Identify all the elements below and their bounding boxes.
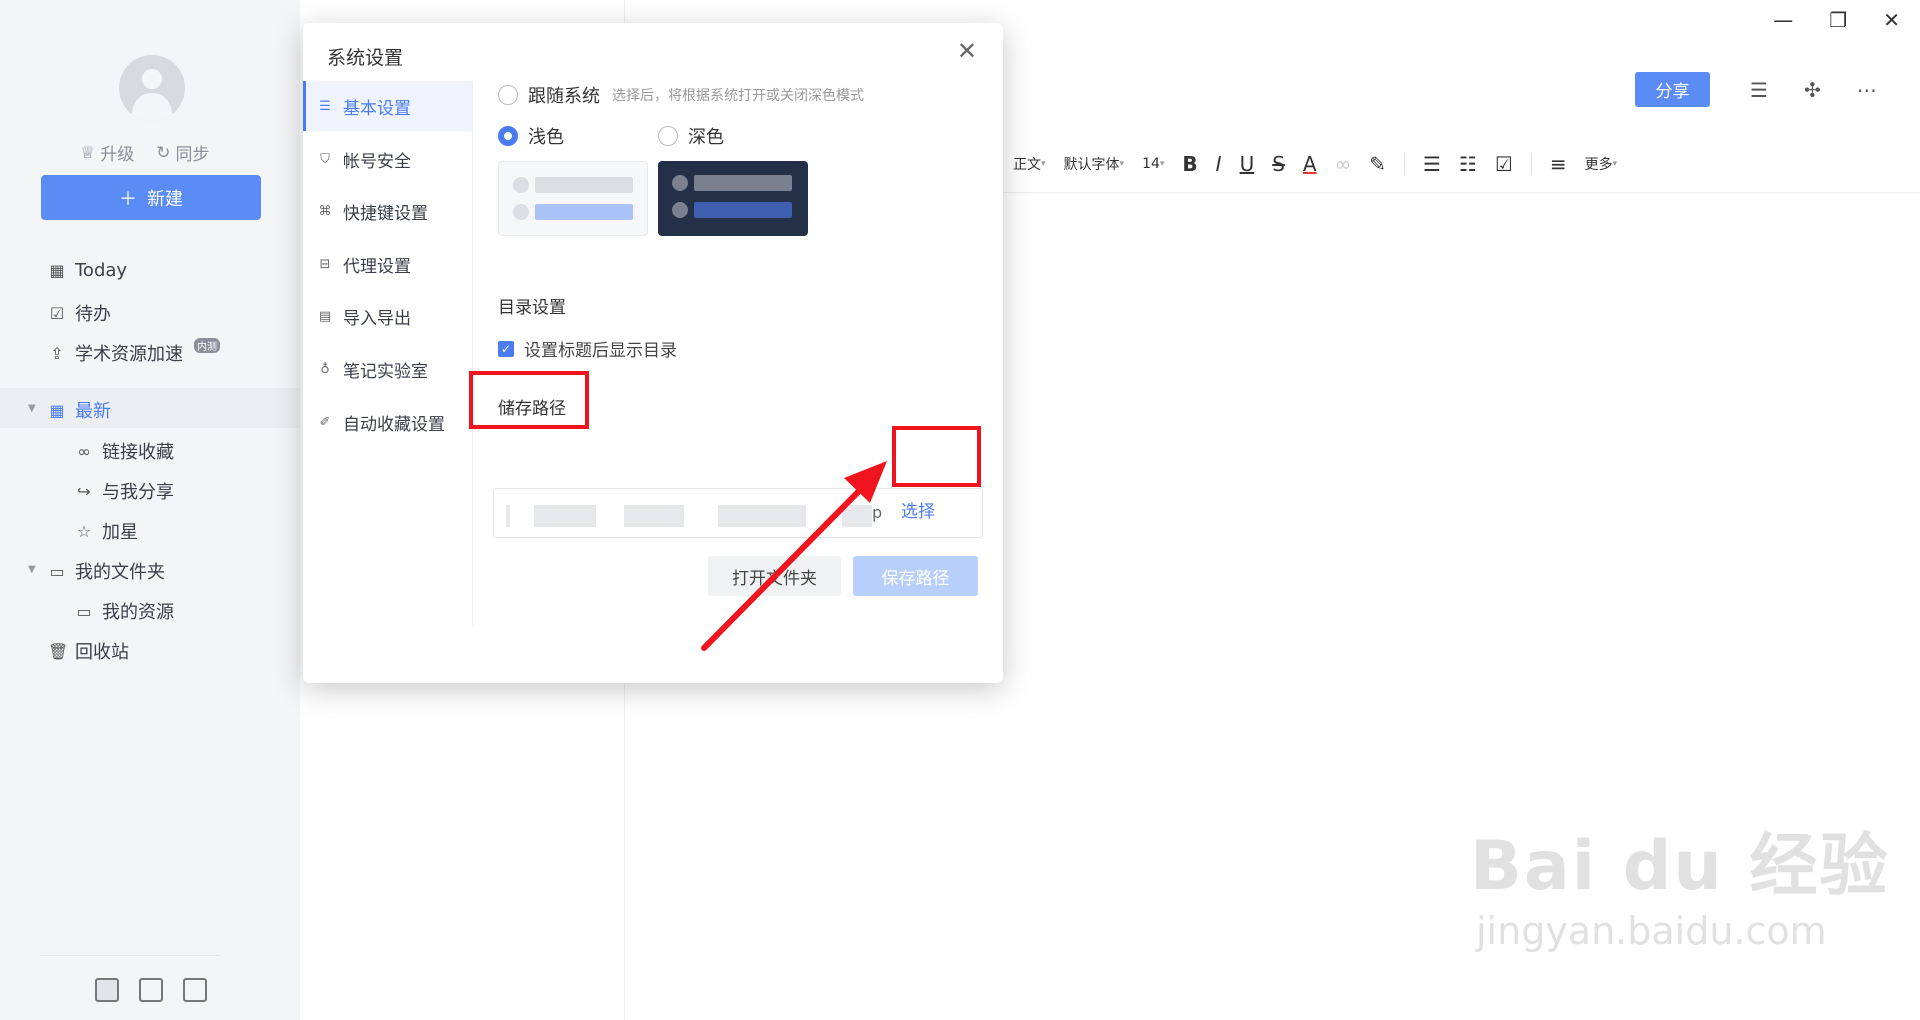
watermark-main: Bai du 经验 <box>1470 827 1890 906</box>
arrow-shaft <box>701 483 867 651</box>
watermark-sub: jingyan.baidu.com <box>1476 909 1827 953</box>
watermark: Bai du 经验 jingyan.baidu.com <box>1470 810 1889 953</box>
